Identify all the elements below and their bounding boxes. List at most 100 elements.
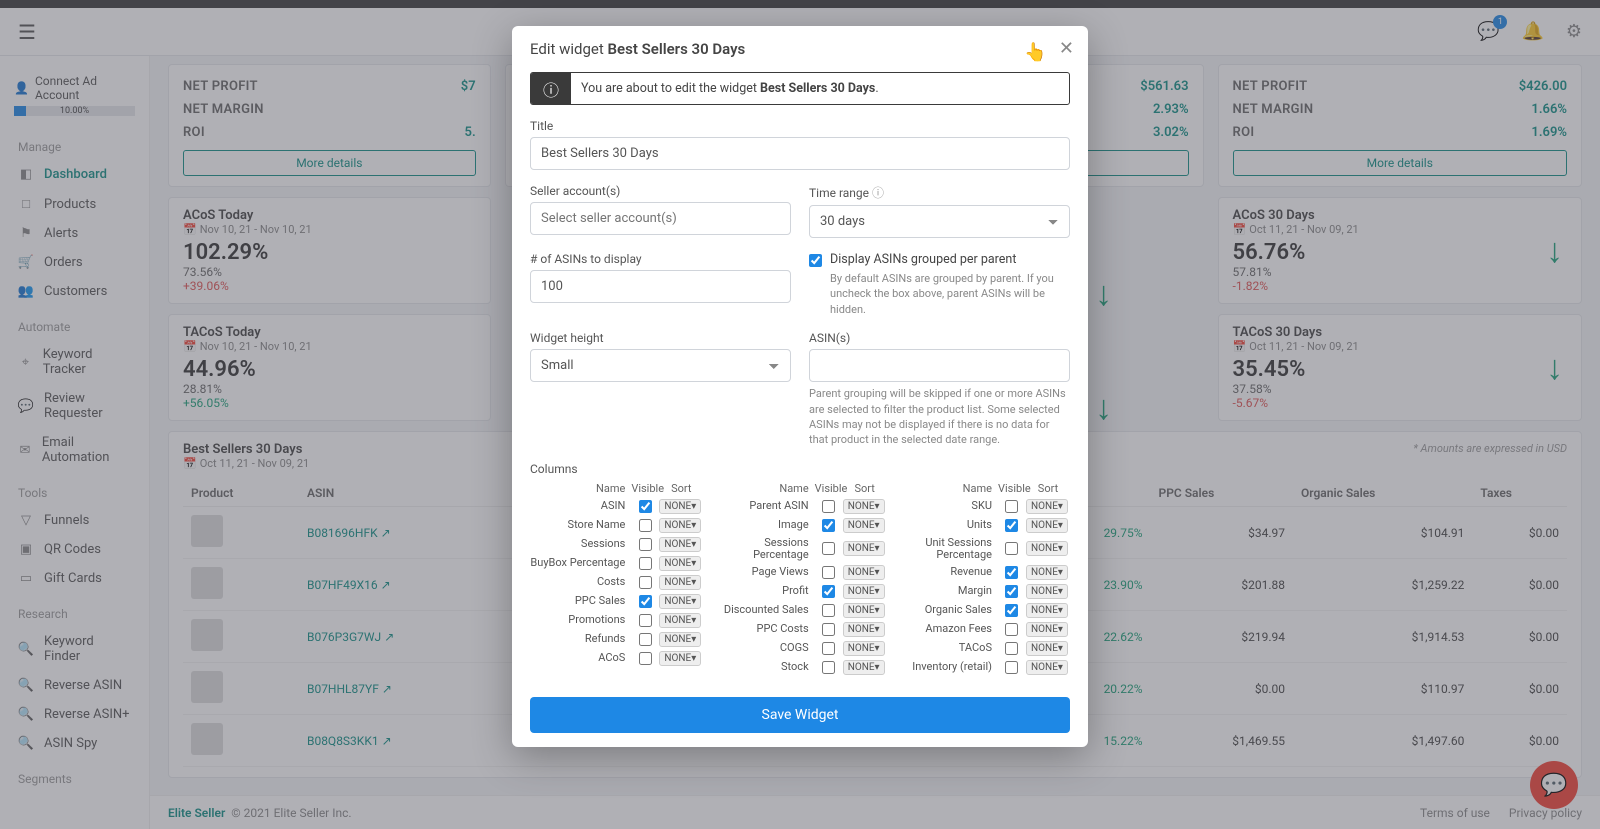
column-sort-select[interactable]: NONE▾ (659, 594, 701, 609)
column-visible-checkbox[interactable] (822, 661, 835, 674)
column-name: Unit Sessions Percentage (897, 537, 998, 561)
column-name: ASIN (530, 500, 631, 512)
column-name: Discounted Sales (713, 604, 814, 616)
column-name: ACoS (530, 652, 631, 664)
column-sort-select[interactable]: NONE▾ (843, 584, 885, 599)
asin-input[interactable] (809, 349, 1070, 382)
widget-height-select[interactable]: Small (530, 349, 791, 382)
column-visible-checkbox[interactable] (1005, 604, 1018, 617)
column-sort-select[interactable]: NONE▾ (1026, 518, 1068, 533)
asin-label: ASIN(s) (809, 331, 1070, 345)
display-group-label: Display ASINs grouped per parent (830, 252, 1070, 267)
column-sort-select[interactable]: NONE▾ (659, 537, 701, 552)
column-visible-checkbox[interactable] (1005, 642, 1018, 655)
column-visible-checkbox[interactable] (1005, 661, 1018, 674)
column-name: Page Views (713, 566, 814, 578)
column-visible-checkbox[interactable] (1005, 585, 1018, 598)
seller-label: Seller account(s) (530, 184, 791, 198)
column-visible-checkbox[interactable] (1005, 519, 1018, 532)
column-sort-select[interactable]: NONE▾ (843, 622, 885, 637)
column-name: TACoS (897, 642, 998, 654)
column-name: COGS (713, 642, 814, 654)
column-visible-checkbox[interactable] (822, 604, 835, 617)
close-icon[interactable]: ✕ (1059, 38, 1074, 59)
column-visible-checkbox[interactable] (822, 623, 835, 636)
title-label: Title (530, 119, 1070, 133)
column-visible-checkbox[interactable] (639, 519, 652, 532)
column-name: PPC Sales (530, 595, 631, 607)
column-sort-select[interactable]: NONE▾ (843, 660, 885, 675)
column-sort-select[interactable]: NONE▾ (1026, 660, 1068, 675)
column-name: Store Name (530, 519, 631, 531)
time-range-label: Time range ⓘ (809, 184, 1070, 201)
column-sort-select[interactable]: NONE▾ (659, 575, 701, 590)
seller-input[interactable] (530, 202, 791, 235)
column-sort-select[interactable]: NONE▾ (843, 641, 885, 656)
save-widget-button[interactable]: Save Widget (530, 697, 1070, 733)
column-name: Units (897, 519, 998, 531)
display-group-help: By default ASINs are grouped by parent. … (830, 271, 1070, 317)
column-visible-checkbox[interactable] (639, 557, 652, 570)
column-name: Amazon Fees (897, 623, 998, 635)
widget-height-label: Widget height (530, 331, 791, 345)
column-visible-checkbox[interactable] (639, 633, 652, 646)
column-name: Refunds (530, 633, 631, 645)
column-visible-checkbox[interactable] (1005, 500, 1018, 513)
column-visible-checkbox[interactable] (639, 614, 652, 627)
column-visible-checkbox[interactable] (822, 542, 835, 555)
column-sort-select[interactable]: NONE▾ (1026, 499, 1068, 514)
asin-help: Parent grouping will be skipped if one o… (809, 386, 1070, 448)
column-sort-select[interactable]: NONE▾ (843, 565, 885, 580)
modal-title: Best Sellers 30 Days (608, 40, 746, 58)
column-visible-checkbox[interactable] (639, 500, 652, 513)
column-sort-select[interactable]: NONE▾ (843, 541, 885, 556)
info-bar: ⓘ You are about to edit the widget Best … (530, 72, 1070, 105)
column-sort-select[interactable]: NONE▾ (659, 518, 701, 533)
column-sort-select[interactable]: NONE▾ (1026, 541, 1068, 556)
asins-count-input[interactable] (530, 270, 791, 303)
column-sort-select[interactable]: NONE▾ (843, 499, 885, 514)
column-sort-select[interactable]: NONE▾ (1026, 584, 1068, 599)
columns-label: Columns (530, 462, 1070, 476)
column-sort-select[interactable]: NONE▾ (843, 518, 885, 533)
display-group-checkbox[interactable] (809, 253, 822, 268)
column-name: Stock (713, 661, 814, 673)
column-visible-checkbox[interactable] (1005, 623, 1018, 636)
title-input[interactable] (530, 137, 1070, 170)
column-sort-select[interactable]: NONE▾ (659, 556, 701, 571)
column-visible-checkbox[interactable] (1005, 566, 1018, 579)
info-icon[interactable]: ⓘ (872, 186, 884, 200)
column-visible-checkbox[interactable] (822, 519, 835, 532)
column-name: Sessions (530, 538, 631, 550)
column-name: Margin (897, 585, 998, 597)
column-sort-select[interactable]: NONE▾ (659, 613, 701, 628)
column-sort-select[interactable]: NONE▾ (659, 651, 701, 666)
asins-count-label: # of ASINs to display (530, 252, 791, 266)
column-visible-checkbox[interactable] (822, 566, 835, 579)
column-name: Costs (530, 576, 631, 588)
column-name: Parent ASIN (713, 500, 814, 512)
column-sort-select[interactable]: NONE▾ (659, 632, 701, 647)
column-name: Revenue (897, 566, 998, 578)
column-visible-checkbox[interactable] (639, 652, 652, 665)
column-visible-checkbox[interactable] (639, 595, 652, 608)
column-sort-select[interactable]: NONE▾ (1026, 565, 1068, 580)
column-sort-select[interactable]: NONE▾ (1026, 603, 1068, 618)
column-sort-select[interactable]: NONE▾ (659, 499, 701, 514)
edit-widget-modal: Edit widget Best Sellers 30 Days ✕ ⓘ You… (512, 26, 1088, 747)
column-name: Organic Sales (897, 604, 998, 616)
column-visible-checkbox[interactable] (822, 585, 835, 598)
column-visible-checkbox[interactable] (1005, 542, 1018, 555)
info-icon: ⓘ (543, 77, 559, 101)
column-name: PPC Costs (713, 623, 814, 635)
column-sort-select[interactable]: NONE▾ (1026, 622, 1068, 637)
column-visible-checkbox[interactable] (822, 642, 835, 655)
column-sort-select[interactable]: NONE▾ (843, 603, 885, 618)
column-visible-checkbox[interactable] (639, 576, 652, 589)
time-range-select[interactable]: 30 days (809, 205, 1070, 238)
column-name: SKU (897, 500, 998, 512)
column-visible-checkbox[interactable] (639, 538, 652, 551)
column-sort-select[interactable]: NONE▾ (1026, 641, 1068, 656)
column-visible-checkbox[interactable] (822, 500, 835, 513)
column-name: BuyBox Percentage (530, 557, 631, 569)
